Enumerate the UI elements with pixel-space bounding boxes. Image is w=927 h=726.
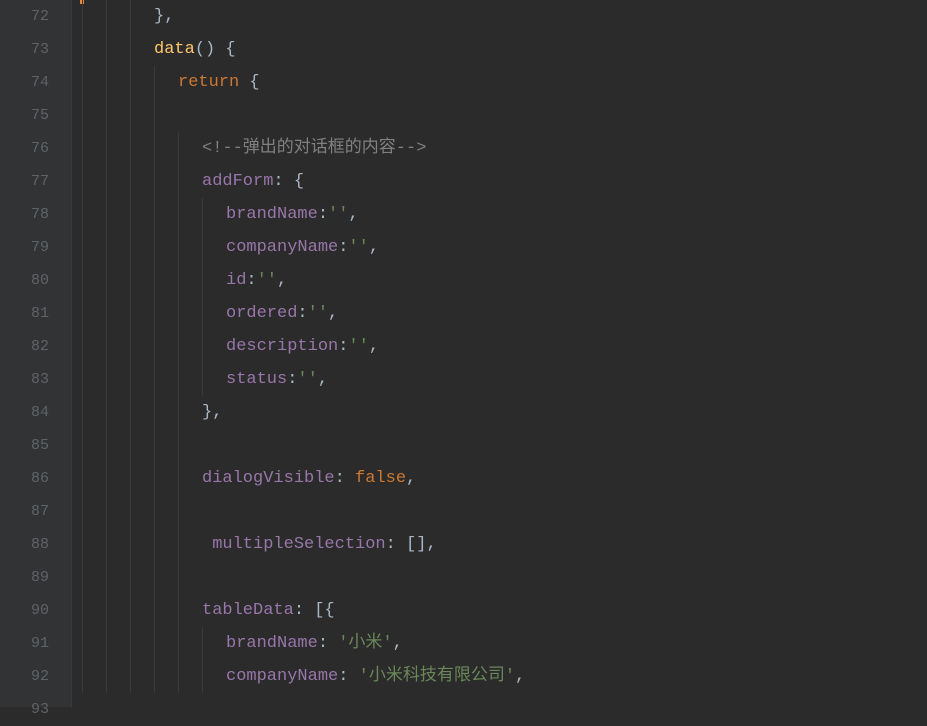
line-number: 81	[0, 297, 71, 330]
line-number: 91	[0, 627, 71, 660]
code-line-79[interactable]: companyName:'',	[80, 231, 927, 264]
code-line-85[interactable]	[80, 429, 927, 462]
token-prop: brandName	[226, 634, 318, 653]
token-prop: description	[226, 337, 338, 356]
code-line-78[interactable]: brandName:'',	[80, 198, 927, 231]
code-editor: 7273747576777879808182838485868788899091…	[0, 0, 927, 707]
code-line-86[interactable]: dialogVisible: false,	[80, 462, 927, 495]
token-punc: :	[297, 304, 307, 323]
line-number: 73	[0, 33, 71, 66]
token-prop: companyName	[226, 238, 338, 257]
token-str: '小米'	[338, 634, 392, 653]
line-number: 74	[0, 66, 71, 99]
token-prop: status	[226, 370, 287, 389]
token-punc: ,	[328, 304, 338, 323]
line-number: 92	[0, 660, 71, 693]
line-number: 80	[0, 264, 71, 297]
code-line-80[interactable]: id:'',	[80, 264, 927, 297]
line-number: 79	[0, 231, 71, 264]
token-prop: tableData	[202, 601, 294, 620]
token-prop: addForm	[202, 172, 273, 191]
token-str: ''	[348, 238, 368, 257]
token-prop: brandName	[226, 205, 318, 224]
line-number: 89	[0, 561, 71, 594]
code-line-91[interactable]: brandName: '小米',	[80, 627, 927, 660]
line-number: 77	[0, 165, 71, 198]
token-str: '小米科技有限公司'	[359, 667, 515, 686]
code-line-88[interactable]: multipleSelection: [],	[80, 528, 927, 561]
line-number: 76	[0, 132, 71, 165]
token-punc: :	[338, 238, 348, 257]
token-prop: id	[226, 271, 246, 290]
token-fn: data	[154, 40, 195, 59]
token-punc: :	[318, 634, 338, 653]
token-comment: <!--弹出的对话框的内容-->	[202, 139, 426, 158]
token-prop: companyName	[226, 667, 338, 686]
token-punc: },	[202, 403, 222, 422]
token-punc: ,	[393, 634, 403, 653]
gutter-divider	[71, 0, 80, 707]
code-line-72[interactable]: },	[80, 0, 927, 33]
token-str: ''	[308, 304, 328, 323]
token-punc: ,	[369, 238, 379, 257]
line-number: 87	[0, 495, 71, 528]
token-prop: dialogVisible	[202, 469, 335, 488]
code-line-90[interactable]: tableData: [{	[80, 594, 927, 627]
token-punc: :	[338, 337, 348, 356]
token-str: ''	[348, 337, 368, 356]
code-line-73[interactable]: data() {	[80, 33, 927, 66]
code-area[interactable]: },data() {return {<!--弹出的对话框的内容-->addFor…	[80, 0, 927, 707]
code-line-74[interactable]: return {	[80, 66, 927, 99]
line-number: 84	[0, 396, 71, 429]
code-line-87[interactable]	[80, 495, 927, 528]
code-line-76[interactable]: <!--弹出的对话框的内容-->	[80, 132, 927, 165]
code-line-83[interactable]: status:'',	[80, 363, 927, 396]
token-punc: : {	[273, 172, 304, 191]
code-line-75[interactable]	[80, 99, 927, 132]
token-punc: :	[287, 370, 297, 389]
line-number: 72	[0, 0, 71, 33]
code-line-77[interactable]: addForm: {	[80, 165, 927, 198]
token-punc: ,	[369, 337, 379, 356]
token-punc: ,	[277, 271, 287, 290]
token-punc: ,	[348, 205, 358, 224]
token-punc: {	[249, 73, 259, 92]
token-prop: multipleSelection	[212, 535, 385, 554]
code-line-84[interactable]: },	[80, 396, 927, 429]
token-punc	[202, 535, 212, 554]
line-number-gutter: 7273747576777879808182838485868788899091…	[0, 0, 71, 707]
token-bool: false	[355, 469, 406, 488]
code-line-82[interactable]: description:'',	[80, 330, 927, 363]
token-str: ''	[257, 271, 277, 290]
token-punc: :	[335, 469, 355, 488]
token-punc: ,	[515, 667, 525, 686]
token-punc: : [],	[386, 535, 437, 554]
line-number: 78	[0, 198, 71, 231]
token-punc: ,	[318, 370, 328, 389]
token-punc: ,	[406, 469, 416, 488]
line-number: 93	[0, 693, 71, 726]
token-kw: return	[178, 73, 249, 92]
token-prop: ordered	[226, 304, 297, 323]
line-number: 82	[0, 330, 71, 363]
token-punc: },	[154, 7, 174, 26]
token-punc: :	[246, 271, 256, 290]
line-number: 85	[0, 429, 71, 462]
line-number: 90	[0, 594, 71, 627]
line-number: 86	[0, 462, 71, 495]
line-number: 88	[0, 528, 71, 561]
token-punc: () {	[195, 40, 236, 59]
code-line-92[interactable]: companyName: '小米科技有限公司',	[80, 660, 927, 693]
token-str: ''	[297, 370, 317, 389]
token-str: ''	[328, 205, 348, 224]
line-number: 75	[0, 99, 71, 132]
token-punc: : [{	[294, 601, 335, 620]
code-line-81[interactable]: ordered:'',	[80, 297, 927, 330]
line-number: 83	[0, 363, 71, 396]
code-line-89[interactable]	[80, 561, 927, 594]
token-punc: :	[318, 205, 328, 224]
token-punc: :	[338, 667, 358, 686]
